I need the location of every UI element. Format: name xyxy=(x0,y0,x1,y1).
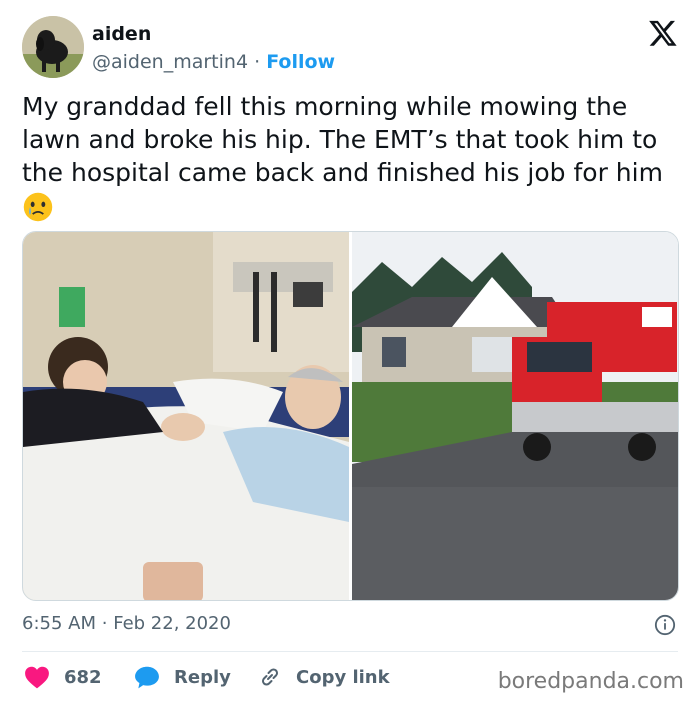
heart-icon xyxy=(25,666,49,689)
speech-bubble-icon xyxy=(135,666,159,689)
link-icon xyxy=(261,668,279,686)
avatar[interactable] xyxy=(22,16,84,78)
follow-button[interactable]: Follow xyxy=(266,51,335,73)
tweet-body: My granddad fell this morning while mowi… xyxy=(22,92,663,187)
handle-line: @aiden_martin4 · Follow xyxy=(92,51,335,73)
copy-link-button[interactable]: Copy link xyxy=(258,662,390,692)
ambulance-photo[interactable] xyxy=(352,232,678,600)
separator: · xyxy=(101,613,108,634)
x-logo-icon[interactable] xyxy=(648,18,678,48)
tweet-card: aiden @aiden_martin4 · Follow My grandda… xyxy=(0,0,700,704)
hospital-photo[interactable] xyxy=(23,232,349,600)
likes-count: 682 xyxy=(64,666,102,688)
tweet-time: 6:55 AM xyxy=(22,613,96,634)
author-handle[interactable]: @aiden_martin4 xyxy=(92,51,248,73)
like-button[interactable]: 682 xyxy=(24,662,102,692)
info-icon[interactable] xyxy=(654,614,676,636)
tweet-media[interactable] xyxy=(22,231,679,601)
tweet-text: My granddad fell this morning while mowi… xyxy=(22,90,682,223)
divider xyxy=(22,651,678,652)
tweet-date: Feb 22, 2020 xyxy=(113,613,231,634)
source-watermark: boredpanda.com xyxy=(497,669,684,694)
reply-label: Reply xyxy=(174,666,231,688)
crying-face-icon xyxy=(23,192,53,222)
separator: · xyxy=(254,51,261,73)
author-name[interactable]: aiden xyxy=(92,23,151,45)
reply-button[interactable]: Reply xyxy=(134,662,231,692)
tweet-timestamp[interactable]: 6:55 AM · Feb 22, 2020 xyxy=(22,613,231,634)
tweet-header: aiden @aiden_martin4 · Follow xyxy=(22,16,678,78)
copy-link-label: Copy link xyxy=(296,666,390,688)
